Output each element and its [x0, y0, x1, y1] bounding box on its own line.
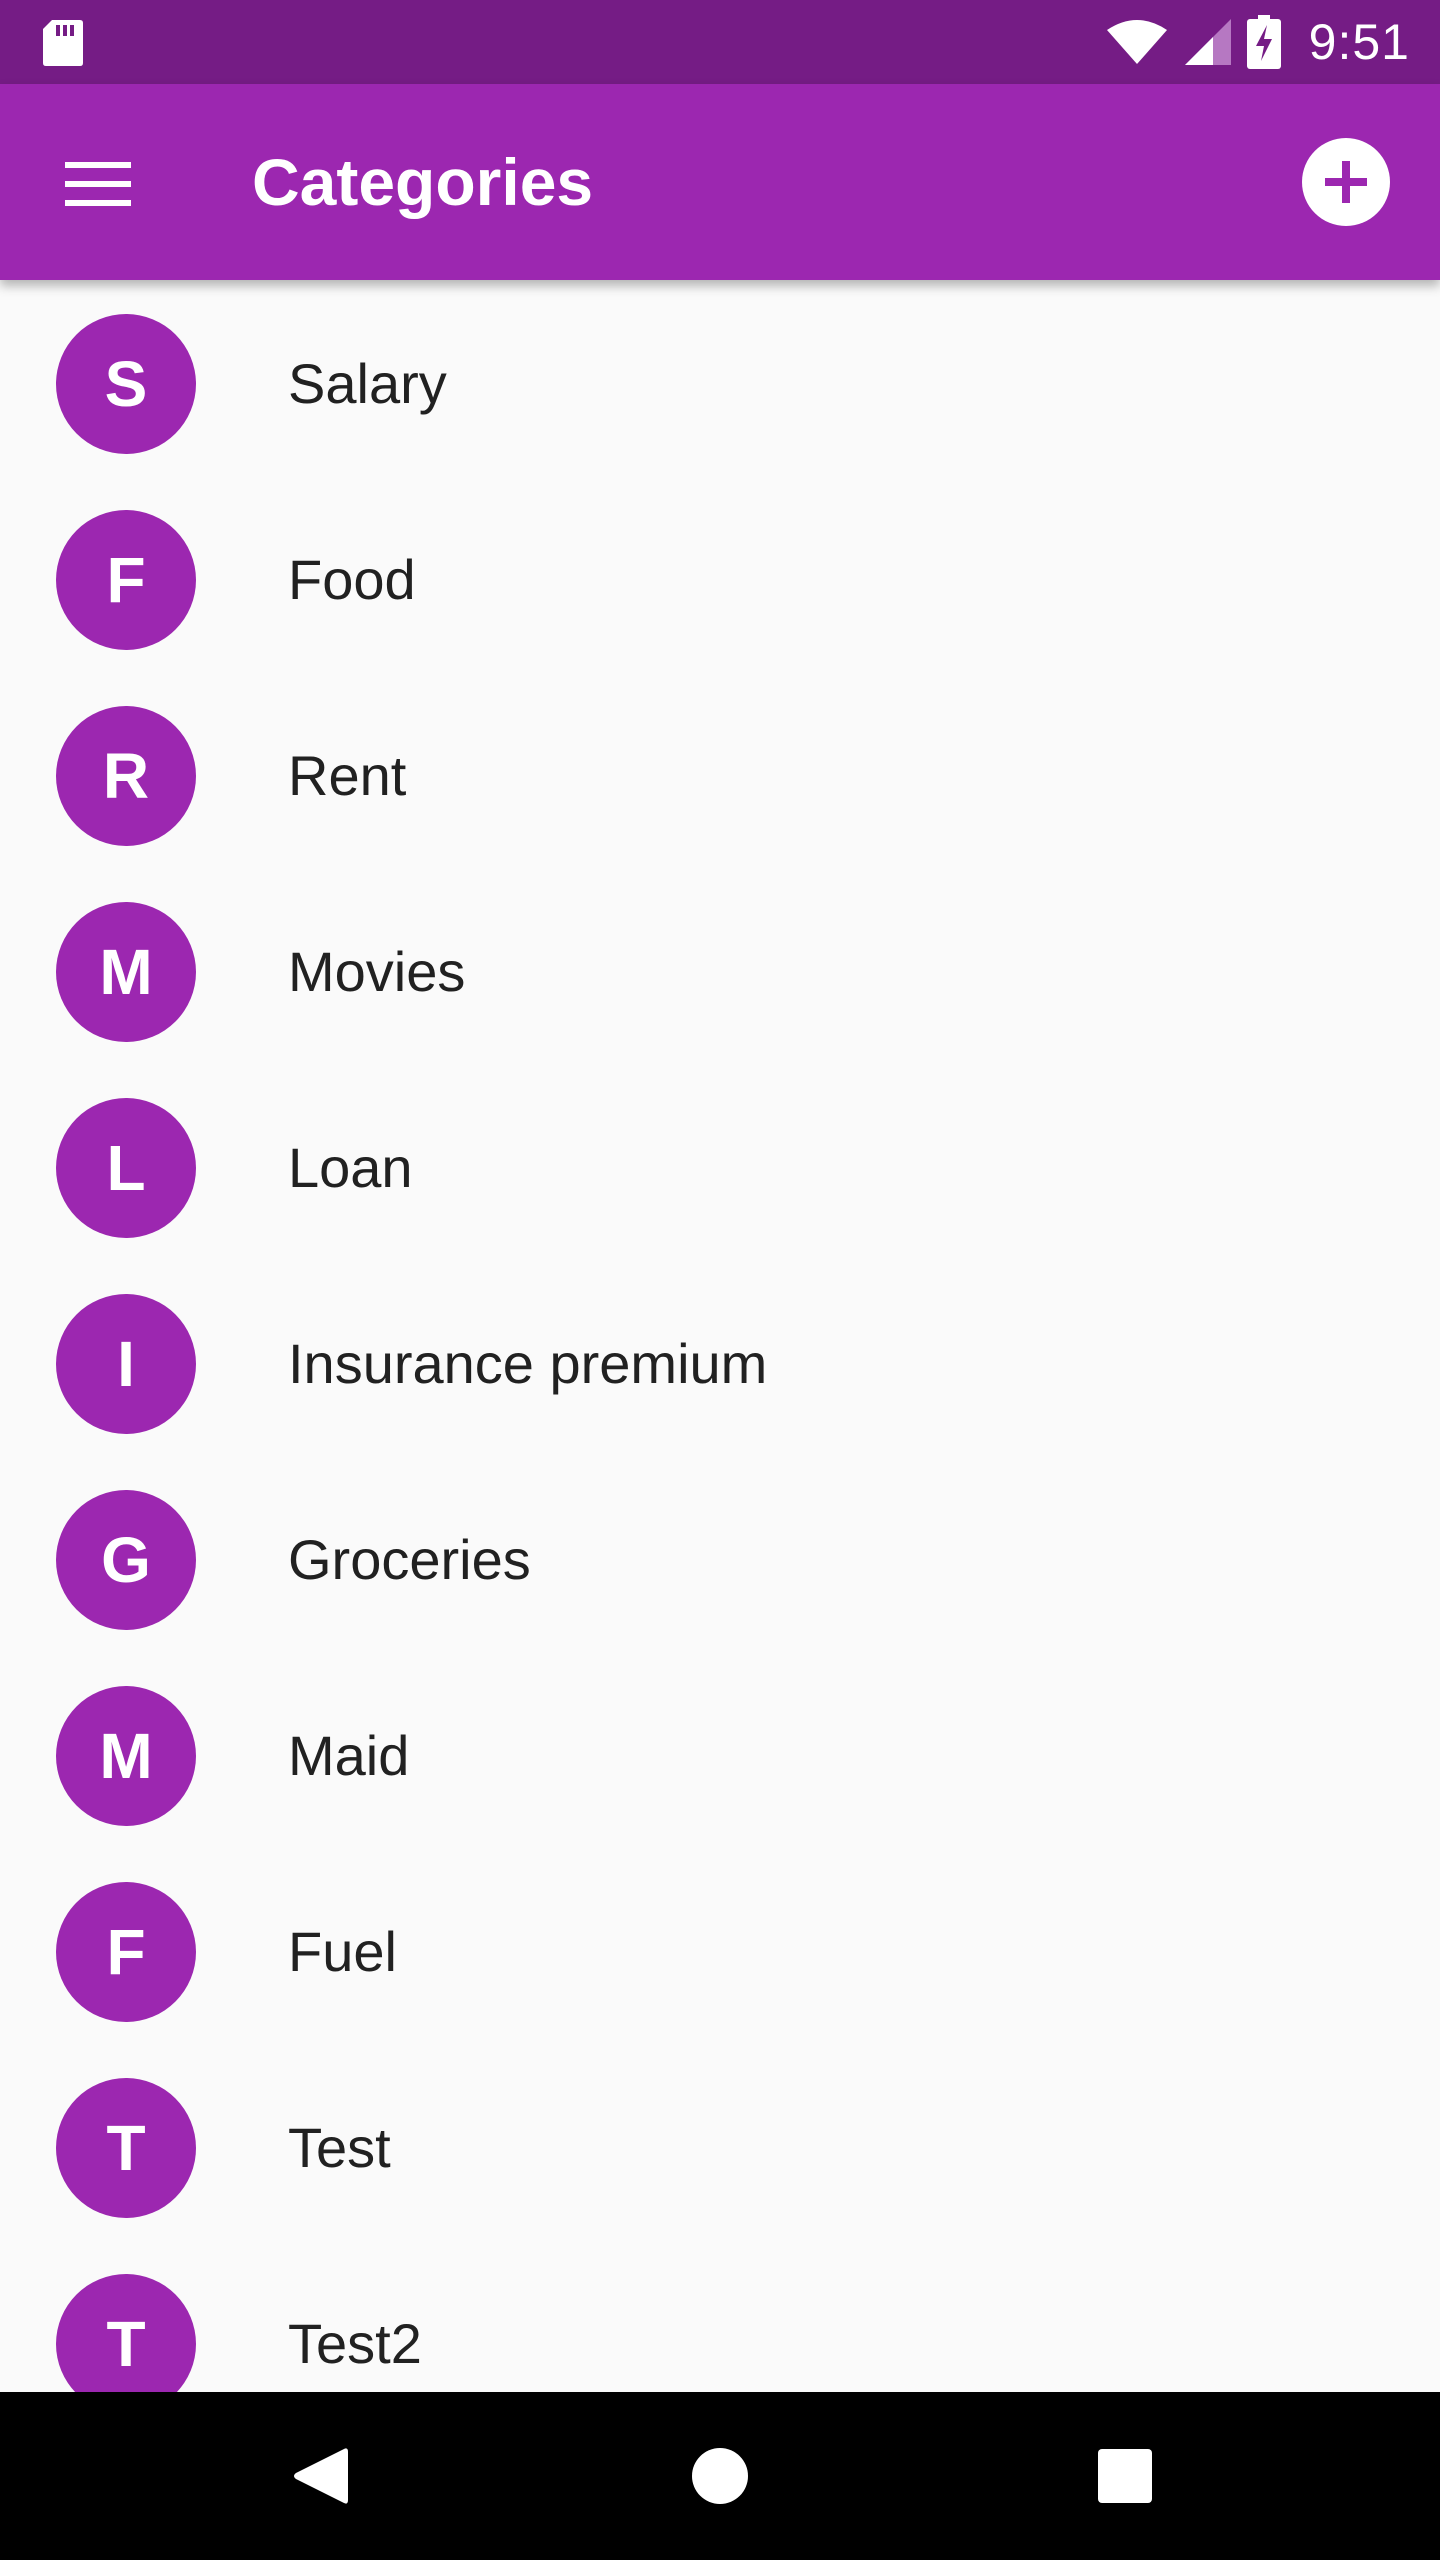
- avatar: S: [56, 314, 196, 454]
- avatar: L: [56, 1098, 196, 1238]
- avatar: F: [56, 1882, 196, 2022]
- list-item[interactable]: F Food: [0, 482, 1440, 678]
- list-item[interactable]: S Salary: [0, 286, 1440, 482]
- list-item[interactable]: R Rent: [0, 678, 1440, 874]
- category-label: Groceries: [288, 1528, 531, 1591]
- avatar: M: [56, 902, 196, 1042]
- category-label: Salary: [288, 352, 447, 415]
- avatar: F: [56, 510, 196, 650]
- avatar: T: [56, 2274, 196, 2392]
- navigation-bar: [0, 2392, 1440, 2560]
- back-button[interactable]: [220, 2392, 420, 2560]
- category-label: Test2: [288, 2312, 422, 2375]
- battery-charging-icon: [1246, 15, 1281, 69]
- avatar: M: [56, 1686, 196, 1826]
- hamburger-menu-icon: [65, 162, 131, 206]
- category-label: Fuel: [288, 1920, 397, 1983]
- list-item[interactable]: M Movies: [0, 874, 1440, 1070]
- category-list: S Salary F Food R Rent M Movies L Loan I…: [0, 280, 1440, 2392]
- status-time: 9:51: [1308, 14, 1410, 70]
- list-item[interactable]: I Insurance premium: [0, 1266, 1440, 1462]
- avatar: R: [56, 706, 196, 846]
- list-item[interactable]: G Groceries: [0, 1462, 1440, 1658]
- list-item[interactable]: T Test: [0, 2050, 1440, 2246]
- recents-button[interactable]: [1025, 2392, 1225, 2560]
- list-item[interactable]: L Loan: [0, 1070, 1440, 1266]
- category-label: Insurance premium: [288, 1332, 768, 1395]
- list-item[interactable]: M Maid: [0, 1658, 1440, 1854]
- home-icon: [692, 2448, 748, 2504]
- avatar: G: [56, 1490, 196, 1630]
- avatar: I: [56, 1294, 196, 1434]
- avatar: T: [56, 2078, 196, 2218]
- add-category-button[interactable]: [1302, 138, 1390, 226]
- recents-icon: [1098, 2449, 1152, 2503]
- page-title: Categories: [252, 145, 594, 219]
- category-label: Movies: [288, 940, 466, 1003]
- menu-button[interactable]: [40, 136, 156, 232]
- category-label: Test: [288, 2116, 391, 2179]
- status-bar: 9:51: [0, 0, 1440, 84]
- category-label: Maid: [288, 1724, 410, 1787]
- status-icons: 9:51: [1105, 0, 1410, 84]
- add-circle-icon: [1325, 161, 1367, 203]
- list-item[interactable]: T Test2: [0, 2246, 1440, 2392]
- home-button[interactable]: [620, 2392, 820, 2560]
- back-icon: [294, 2448, 348, 2504]
- cell-signal-icon: [1184, 19, 1231, 65]
- list-item[interactable]: F Fuel: [0, 1854, 1440, 2050]
- category-label: Loan: [288, 1136, 413, 1199]
- category-label: Rent: [288, 744, 407, 807]
- sd-card-icon: [43, 20, 83, 66]
- app-bar: Categories: [0, 84, 1440, 280]
- wifi-icon: [1106, 20, 1167, 64]
- category-label: Food: [288, 548, 416, 611]
- screen: 9:51 Categories S Salary F Food R Rent M…: [0, 0, 1440, 2560]
